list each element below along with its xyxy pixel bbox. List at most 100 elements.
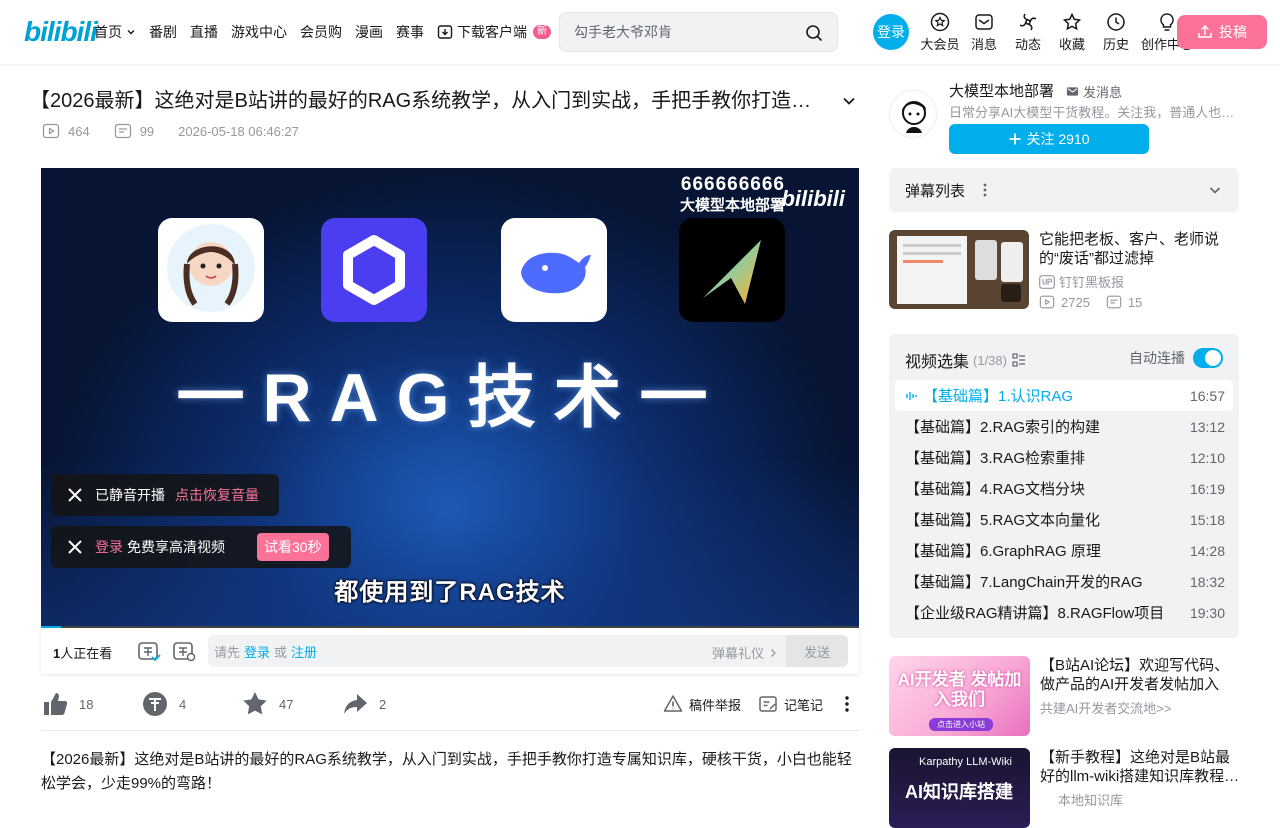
top-header: bilibili 首页 番剧 直播 游戏中心 会员购 漫画 赛事 下载客户端 新… bbox=[0, 0, 1280, 64]
ad-subtitle[interactable]: 共建AI开发者交流地>> bbox=[1040, 698, 1171, 717]
playlist-item[interactable]: 【基础篇】6.GraphRAG 原理 14:28 bbox=[895, 535, 1233, 566]
ad-card[interactable]: AI开发者 发帖加入我们 点击进入小站 【B站AI论坛】欢迎写代码、做产品的AI… bbox=[889, 656, 1239, 736]
ad-title[interactable]: 【B站AI论坛】欢迎写代码、做产品的AI开发者发帖加入 bbox=[1040, 656, 1240, 694]
ad-thumbnail[interactable]: Karpathy LLM-Wiki AI知识库搭建 bbox=[889, 748, 1030, 828]
playlist-item[interactable]: 【企业级RAG精讲篇】8.RAGFlow项目 19:30 bbox=[895, 597, 1233, 628]
main-nav: 首页 番剧 直播 游戏中心 会员购 漫画 赛事 下载客户端 新 bbox=[94, 22, 564, 42]
video-player[interactable]: 666666666 大模型本地部署 bilibili 一RAG技术一 都使用到了… bbox=[41, 168, 859, 628]
toast-login-link[interactable]: 登录 bbox=[95, 537, 123, 557]
nav-download-client[interactable]: 下载客户端 新 bbox=[437, 22, 551, 42]
play-count: 464 bbox=[68, 123, 90, 139]
header-dynamic[interactable]: 动态 bbox=[1007, 12, 1049, 53]
watermark-logo: bilibili bbox=[781, 186, 845, 211]
danmaku-etiquette-link[interactable]: 弹幕礼仪 bbox=[712, 643, 778, 662]
trial-button[interactable]: 试看30秒 bbox=[257, 533, 329, 561]
watermark-number: 666666666 bbox=[680, 174, 785, 195]
playlist-item[interactable]: 【基础篇】3.RAG检索重排 12:10 bbox=[895, 442, 1233, 473]
favorite-button[interactable]: 47 bbox=[241, 690, 293, 718]
nav-home[interactable]: 首页 bbox=[94, 22, 136, 42]
plus-icon bbox=[1009, 133, 1021, 145]
autoplay-switch[interactable] bbox=[1193, 348, 1223, 368]
report-button[interactable]: 稿件举报 bbox=[663, 694, 741, 714]
search-icon[interactable] bbox=[805, 24, 823, 42]
nav-match[interactable]: 赛事 bbox=[396, 22, 424, 42]
video-description: 【2026最新】这绝对是B站讲的最好的RAG系统教学，从入门到实战，手把手教你打… bbox=[41, 751, 852, 792]
bilibili-logo[interactable]: bilibili bbox=[24, 17, 98, 47]
recommended-stats: 2725 15 bbox=[1039, 294, 1142, 310]
vip-icon bbox=[930, 12, 950, 32]
like-button[interactable]: 18 bbox=[41, 690, 93, 718]
recommended-title[interactable]: 它能把老板、客户、老师说的“废话”都过滤掉 bbox=[1039, 230, 1239, 268]
warning-icon bbox=[663, 695, 683, 712]
message-icon bbox=[975, 14, 993, 30]
recommended-video[interactable]: 它能把老板、客户、老师说的“废话”都过滤掉 钉钉黑板报 2725 15 bbox=[889, 230, 1239, 310]
chevron-down-icon[interactable] bbox=[1207, 182, 1223, 198]
coin-button[interactable]: 4 bbox=[141, 690, 186, 718]
close-icon[interactable] bbox=[65, 485, 85, 505]
unmute-link[interactable]: 点击恢复音量 bbox=[175, 485, 259, 505]
danmaku-toggle-icon[interactable] bbox=[137, 639, 161, 663]
playlist-item[interactable]: 【基础篇】5.RAG文本向量化 15:18 bbox=[895, 504, 1233, 535]
new-badge: 新 bbox=[533, 25, 551, 39]
notes-icon bbox=[759, 696, 777, 712]
video-subtitle: 都使用到了RAG技术 bbox=[334, 579, 566, 606]
play-count-icon bbox=[1039, 295, 1055, 309]
coin-icon bbox=[143, 692, 167, 716]
header-vip[interactable]: 大会员 bbox=[919, 12, 961, 53]
creator-icon bbox=[1160, 13, 1174, 31]
nav-game-center[interactable]: 游戏中心 bbox=[231, 22, 287, 42]
nav-live[interactable]: 直播 bbox=[190, 22, 218, 42]
share-button[interactable]: 2 bbox=[341, 690, 386, 718]
ad-card[interactable]: Karpathy LLM-Wiki AI知识库搭建 【新手教程】这绝对是B站最好… bbox=[889, 748, 1239, 828]
login-button[interactable]: 登录 bbox=[873, 14, 909, 50]
favorite-icon bbox=[1062, 12, 1082, 31]
notes-button[interactable]: 记笔记 bbox=[758, 694, 823, 714]
ad-thumbnail[interactable]: AI开发者 发帖加入我们 点击进入小站 bbox=[889, 656, 1030, 736]
playlist-item[interactable]: 【基础篇】2.RAG索引的构建 13:12 bbox=[895, 411, 1233, 442]
send-message-link[interactable]: 发消息 bbox=[1066, 82, 1122, 101]
chevron-down-icon bbox=[127, 30, 135, 35]
more-options-icon[interactable] bbox=[977, 182, 993, 198]
danmaku-count-icon bbox=[1106, 295, 1122, 309]
danmaku-count-icon bbox=[114, 123, 131, 139]
follow-button[interactable]: 关注 2910 bbox=[949, 124, 1149, 154]
episode-playlist: 视频选集 (1/38) 自动连播 【基础篇】1.认识RAG 16:57 【基础篇… bbox=[889, 334, 1239, 638]
video-big-text: 一RAG技术一 bbox=[176, 360, 726, 436]
recommended-up[interactable]: 钉钉黑板报 bbox=[1039, 272, 1124, 291]
play-count-icon bbox=[42, 123, 60, 139]
upload-button[interactable]: 投稿 bbox=[1177, 15, 1267, 49]
recommended-thumbnail[interactable] bbox=[889, 230, 1029, 309]
playlist-item[interactable]: 【基础篇】4.RAG文档分块 16:19 bbox=[895, 473, 1233, 504]
history-icon bbox=[1107, 13, 1125, 31]
muted-toast: 已静音开播 点击恢复音量 bbox=[51, 474, 279, 516]
more-options-icon[interactable] bbox=[837, 694, 857, 714]
danmaku-register-link[interactable]: 注册 bbox=[291, 642, 317, 661]
chevron-right-icon bbox=[771, 648, 776, 657]
danmaku-input[interactable]: 请先 登录 或 注册 弹幕礼仪 发送 bbox=[208, 635, 848, 667]
divider bbox=[41, 730, 859, 731]
ad-title[interactable]: 【新手教程】这绝对是B站最好的llm-wiki搭建知识库教程… bbox=[1040, 748, 1240, 786]
deepseek-app-icon bbox=[501, 218, 607, 322]
danmaku-login-link[interactable]: 登录 bbox=[244, 642, 270, 661]
list-view-icon[interactable] bbox=[1011, 352, 1027, 368]
publish-date: 2026-05-18 06:46:27 bbox=[178, 123, 299, 139]
danmaku-send-button[interactable]: 发送 bbox=[786, 635, 848, 667]
close-icon[interactable] bbox=[65, 537, 85, 557]
autoplay-toggle[interactable]: 自动连播 bbox=[1129, 348, 1223, 368]
download-icon bbox=[437, 25, 453, 39]
playlist-item[interactable]: 【基础篇】7.LangChain开发的RAG 18:32 bbox=[895, 566, 1233, 597]
danmaku-list-panel[interactable]: 弹幕列表 bbox=[889, 168, 1239, 212]
header-history[interactable]: 历史 bbox=[1095, 12, 1137, 53]
uploader-name[interactable]: 大模型本地部署 bbox=[949, 80, 1054, 101]
search-input[interactable] bbox=[568, 19, 798, 45]
nav-mall[interactable]: 会员购 bbox=[300, 22, 342, 42]
nav-manga[interactable]: 漫画 bbox=[355, 22, 383, 42]
danmaku-settings-icon[interactable] bbox=[172, 639, 196, 663]
uploader-avatar[interactable] bbox=[889, 90, 937, 138]
header-favorite[interactable]: 收藏 bbox=[1051, 12, 1093, 53]
playlist-item[interactable]: 【基础篇】1.认识RAG 16:57 bbox=[895, 380, 1233, 411]
nav-bangumi[interactable]: 番剧 bbox=[149, 22, 177, 42]
header-message[interactable]: 消息 bbox=[963, 12, 1005, 53]
expand-title-icon[interactable] bbox=[840, 92, 858, 110]
kimi-app-icon bbox=[679, 218, 785, 322]
